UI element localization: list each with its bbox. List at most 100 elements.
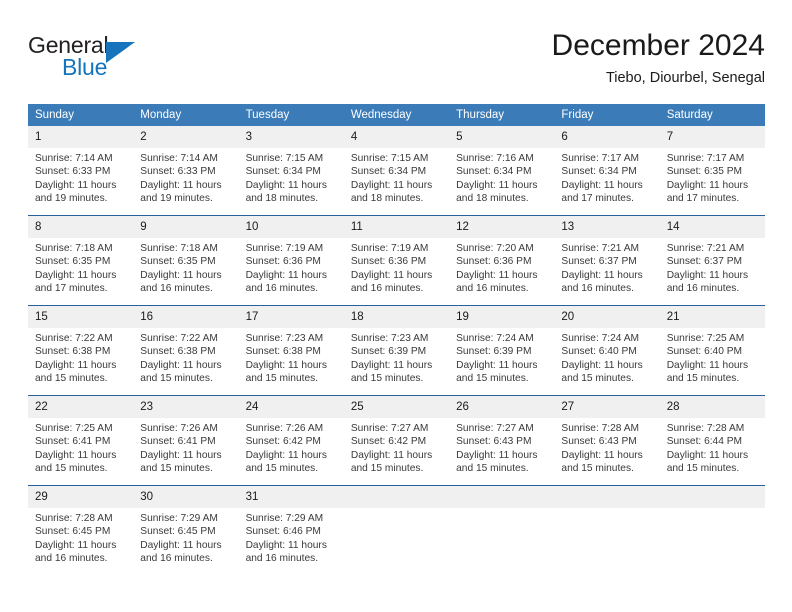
calendar-cell[interactable]: 29 Sunrise: 7:28 AM Sunset: 6:45 PM Dayligh… xyxy=(28,486,134,575)
sunrise-text: Sunrise: 7:28 AM xyxy=(561,423,639,434)
calendar-cell[interactable]: 5 Sunrise: 7:16 AM Sunset: 6:34 PM Daylight… xyxy=(449,126,555,215)
sunset-text: Sunset: 6:43 PM xyxy=(456,436,532,448)
calendar-cell[interactable]: 15 Sunrise: 7:22 AM Sunset: 6:38 PM Dayligh… xyxy=(28,306,134,395)
daylight-text-line2: and 15 minutes. xyxy=(35,372,108,384)
calendar-cell[interactable]: 1 Sunrise: 7:14 AM Sunset: 6:33 PM Daylight… xyxy=(28,126,134,215)
sunset-text: Sunset: 6:46 PM xyxy=(245,526,321,538)
daylight-text-line1: Daylight: 11 hours xyxy=(245,179,327,191)
calendar-cell[interactable]: 23 Sunrise: 7:26 AM Sunset: 6:41 PM Dayligh… xyxy=(133,396,239,485)
sunrise-text: Sunrise: 7:26 AM xyxy=(245,423,324,434)
day-number: 6 xyxy=(554,126,660,148)
daylight-text-line1: Daylight: 11 hours xyxy=(245,269,327,281)
calendar-cell[interactable]: 17 Sunrise: 7:23 AM Sunset: 6:38 PM Dayligh… xyxy=(238,306,344,395)
sunset-text: Sunset: 6:39 PM xyxy=(350,346,427,358)
daylight-text-line2: and 17 minutes. xyxy=(35,282,108,294)
calendar-cell[interactable]: 3 Sunrise: 7:15 AM Sunset: 6:34 PM Daylight… xyxy=(238,126,344,215)
calendar-cell[interactable]: 27 Sunrise: 7:28 AM Sunset: 6:43 PM Dayligh… xyxy=(554,396,660,485)
sunrise-text: Sunrise: 7:14 AM xyxy=(35,153,113,164)
calendar-cell[interactable]: 8 Sunrise: 7:18 AM Sunset: 6:35 PM Daylight… xyxy=(28,216,134,305)
day-number: 13 xyxy=(554,216,660,238)
sunset-text: Sunset: 6:39 PM xyxy=(456,346,532,358)
calendar-cell-empty xyxy=(449,486,555,575)
daylight-text-line2: and 15 minutes. xyxy=(35,462,108,474)
sunset-text: Sunset: 6:38 PM xyxy=(245,346,321,358)
calendar-cell[interactable]: 18 Sunrise: 7:23 AM Sunset: 6:39 PM Dayligh… xyxy=(343,306,450,395)
sunrise-text: Sunrise: 7:28 AM xyxy=(666,423,745,434)
daylight-text-line2: and 16 minutes. xyxy=(35,552,108,564)
daylight-text-line1: Daylight: 11 hours xyxy=(350,179,433,191)
sunrise-text: Sunrise: 7:27 AM xyxy=(456,423,534,434)
calendar-cell[interactable]: 14 Sunrise: 7:21 AM Sunset: 6:37 PM Dayligh… xyxy=(659,216,765,305)
calendar-week-row: 29 Sunrise: 7:28 AM Sunset: 6:45 PM Dayligh… xyxy=(28,486,765,575)
daylight-text-line2: and 15 minutes. xyxy=(456,372,529,384)
day-number: 14 xyxy=(659,216,765,238)
day-number: 28 xyxy=(659,396,765,418)
day-number xyxy=(659,486,765,508)
daylight-text-line2: and 15 minutes. xyxy=(561,372,634,384)
daylight-text-line1: Daylight: 11 hours xyxy=(140,539,222,551)
calendar-cell[interactable]: 13 Sunrise: 7:21 AM Sunset: 6:37 PM Dayligh… xyxy=(554,216,660,305)
day-number: 5 xyxy=(449,126,555,148)
calendar-cell[interactable]: 28 Sunrise: 7:28 AM Sunset: 6:44 PM Dayligh… xyxy=(659,396,765,485)
title-block: December 2024 Tiebo, Diourbel, Senegal xyxy=(552,28,765,88)
sunset-text: Sunset: 6:44 PM xyxy=(666,436,743,448)
day-number: 8 xyxy=(28,216,134,238)
daylight-text-line1: Daylight: 11 hours xyxy=(456,179,538,191)
sunset-text: Sunset: 6:45 PM xyxy=(140,526,216,538)
calendar-cell[interactable]: 2 Sunrise: 7:14 AM Sunset: 6:33 PM Daylight… xyxy=(133,126,239,215)
sunrise-text: Sunrise: 7:19 AM xyxy=(245,243,324,254)
daylight-text-line2: and 18 minutes. xyxy=(350,192,424,204)
calendar-cell[interactable]: 31 Sunrise: 7:29 AM Sunset: 6:46 PM Dayligh… xyxy=(238,486,344,575)
calendar-cell[interactable]: 19 Sunrise: 7:24 AM Sunset: 6:39 PM Dayligh… xyxy=(449,306,555,395)
day-number xyxy=(449,486,555,508)
daylight-text-line1: Daylight: 11 hours xyxy=(666,449,749,461)
sunset-text: Sunset: 6:36 PM xyxy=(456,256,532,268)
brand-triangle-icon xyxy=(106,42,135,63)
sunrise-text: Sunrise: 7:22 AM xyxy=(140,333,218,344)
sunrise-text: Sunrise: 7:23 AM xyxy=(245,333,324,344)
sunrise-text: Sunrise: 7:17 AM xyxy=(561,153,639,164)
daylight-text-line1: Daylight: 11 hours xyxy=(140,179,222,191)
day-number: 10 xyxy=(238,216,344,238)
calendar-cell[interactable]: 7 Sunrise: 7:17 AM Sunset: 6:35 PM Daylight… xyxy=(659,126,765,215)
calendar-cell[interactable]: 30 Sunrise: 7:29 AM Sunset: 6:45 PM Dayligh… xyxy=(133,486,239,575)
daylight-text-line2: and 17 minutes. xyxy=(561,192,634,204)
calendar-cell[interactable]: 21 Sunrise: 7:25 AM Sunset: 6:40 PM Dayligh… xyxy=(659,306,765,395)
daylight-text-line1: Daylight: 11 hours xyxy=(561,269,643,281)
calendar-cell[interactable]: 26 Sunrise: 7:27 AM Sunset: 6:43 PM Dayligh… xyxy=(449,396,555,485)
calendar-table: Sunday Monday Tuesday Wednesday Thursday… xyxy=(28,104,765,575)
calendar-cell[interactable]: 10 Sunrise: 7:19 AM Sunset: 6:36 PM Dayligh… xyxy=(238,216,344,305)
calendar-cell[interactable]: 4 Sunrise: 7:15 AM Sunset: 6:34 PM Daylight… xyxy=(343,126,450,215)
brand-logo[interactable]: General Blue xyxy=(28,32,248,90)
calendar-body: 1 Sunrise: 7:14 AM Sunset: 6:33 PM Daylight… xyxy=(28,126,765,575)
calendar-cell-empty xyxy=(343,486,450,575)
calendar-cell[interactable]: 24 Sunrise: 7:26 AM Sunset: 6:42 PM Dayligh… xyxy=(238,396,344,485)
sunrise-text: Sunrise: 7:17 AM xyxy=(666,153,745,164)
weekday-header-wednesday: Wednesday xyxy=(343,104,450,126)
sunset-text: Sunset: 6:43 PM xyxy=(561,436,637,448)
daylight-text-line2: and 15 minutes. xyxy=(561,462,634,474)
calendar-cell[interactable]: 11 Sunrise: 7:19 AM Sunset: 6:36 PM Dayligh… xyxy=(343,216,450,305)
calendar-page: General Blue December 2024 Tiebo, Diourb… xyxy=(0,0,792,612)
calendar-cell[interactable]: 12 Sunrise: 7:20 AM Sunset: 6:36 PM Dayligh… xyxy=(449,216,555,305)
calendar-week-row: 1 Sunrise: 7:14 AM Sunset: 6:33 PM Daylight… xyxy=(28,126,765,215)
calendar-cell[interactable]: 20 Sunrise: 7:24 AM Sunset: 6:40 PM Dayligh… xyxy=(554,306,660,395)
sunset-text: Sunset: 6:37 PM xyxy=(666,256,743,268)
weekday-header-row: Sunday Monday Tuesday Wednesday Thursday… xyxy=(28,104,765,126)
daylight-text-line1: Daylight: 11 hours xyxy=(350,449,433,461)
calendar-cell-empty xyxy=(554,486,660,575)
weekday-header-sunday: Sunday xyxy=(28,104,134,126)
daylight-text-line2: and 16 minutes. xyxy=(666,282,740,294)
calendar-cell[interactable]: 22 Sunrise: 7:25 AM Sunset: 6:41 PM Dayligh… xyxy=(28,396,134,485)
calendar-cell[interactable]: 16 Sunrise: 7:22 AM Sunset: 6:38 PM Dayligh… xyxy=(133,306,239,395)
daylight-text-line1: Daylight: 11 hours xyxy=(456,269,538,281)
day-number: 15 xyxy=(28,306,134,328)
day-number: 31 xyxy=(238,486,344,508)
calendar-cell[interactable]: 25 Sunrise: 7:27 AM Sunset: 6:42 PM Dayligh… xyxy=(343,396,450,485)
calendar-cell[interactable]: 9 Sunrise: 7:18 AM Sunset: 6:35 PM Daylight… xyxy=(133,216,239,305)
calendar-cell[interactable]: 6 Sunrise: 7:17 AM Sunset: 6:34 PM Daylight… xyxy=(554,126,660,215)
daylight-text-line2: and 16 minutes. xyxy=(140,282,213,294)
sunset-text: Sunset: 6:33 PM xyxy=(140,166,216,178)
sunset-text: Sunset: 6:33 PM xyxy=(35,166,111,178)
daylight-text-line1: Daylight: 11 hours xyxy=(666,359,749,371)
